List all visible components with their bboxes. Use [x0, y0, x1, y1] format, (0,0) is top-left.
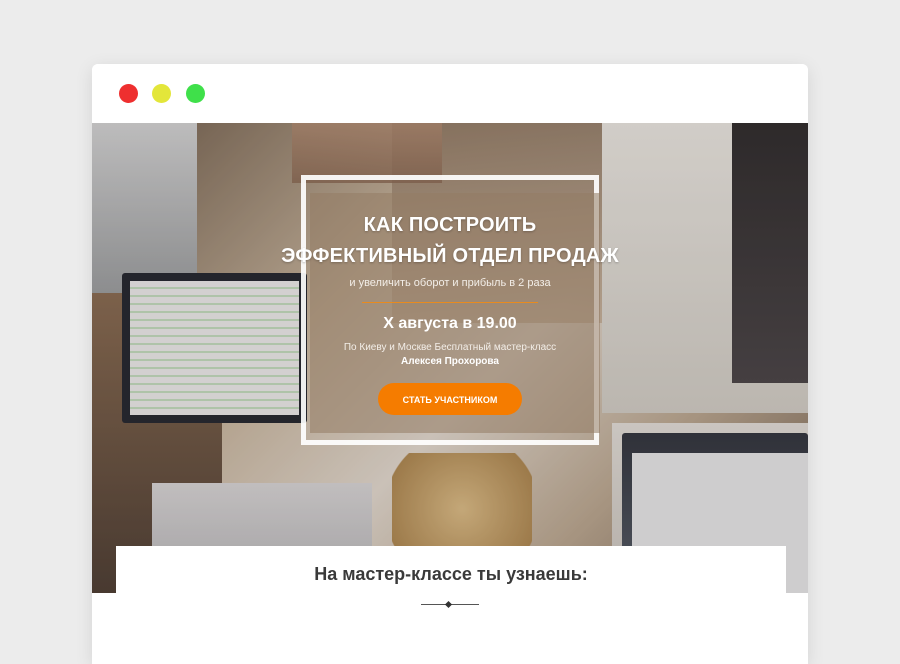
hero-title: КАК ПОСТРОИТЬ ЭФФЕКТИВНЫЙ ОТДЕЛ ПРОДАЖ	[242, 210, 658, 272]
hero-subtitle: и увеличить оборот и прибыль в 2 раза	[349, 277, 551, 289]
event-date: Х августа в 19.00	[383, 315, 517, 332]
section-title: На мастер-классе ты узнаешь:	[314, 564, 588, 584]
hero-content: КАК ПОСТРОИТЬ ЭФФЕКТИВНЫЙ ОТДЕЛ ПРОДАЖ и…	[242, 210, 658, 415]
section-divider	[421, 600, 479, 609]
hero-title-line1: КАК ПОСТРОИТЬ	[363, 214, 537, 236]
window-titlebar	[92, 64, 808, 123]
become-participant-button[interactable]: СТАТЬ УЧАСТНИКОМ	[378, 383, 522, 415]
hero-divider	[362, 302, 538, 303]
content-card: На мастер-классе ты узнаешь:	[116, 546, 786, 664]
minimize-window-button[interactable]	[152, 84, 171, 103]
browser-window: КАК ПОСТРОИТЬ ЭФФЕКТИВНЫЙ ОТДЕЛ ПРОДАЖ и…	[92, 64, 808, 664]
close-window-button[interactable]	[119, 84, 138, 103]
event-author: Алексея Прохорова	[401, 356, 499, 367]
maximize-window-button[interactable]	[186, 84, 205, 103]
event-description: По Киеву и Москве Бесплатный мастер-клас…	[343, 342, 557, 353]
hero-title-line2: ЭФФЕКТИВНЫЙ ОТДЕЛ ПРОДАЖ	[281, 245, 619, 267]
hero-section: КАК ПОСТРОИТЬ ЭФФЕКТИВНЫЙ ОТДЕЛ ПРОДАЖ и…	[92, 123, 808, 593]
diamond-icon	[444, 600, 453, 609]
